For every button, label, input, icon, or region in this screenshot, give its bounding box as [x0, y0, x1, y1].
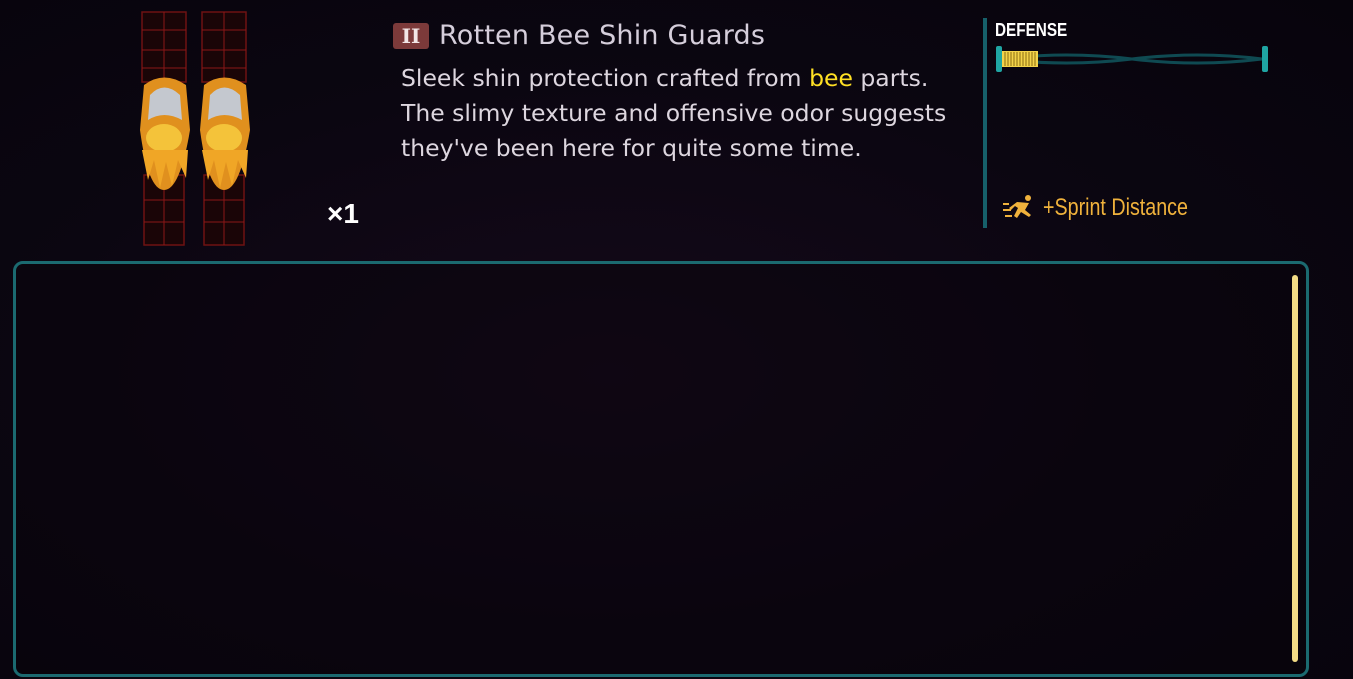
item-quantity: ×1 — [327, 198, 359, 229]
perk-sprint-distance: +Sprint Distance — [1003, 194, 1220, 222]
item-title: Rotten Bee Shin Guards — [439, 20, 766, 51]
defense-label: DEFENSE — [995, 20, 1068, 40]
description-highlight: bee — [809, 64, 853, 92]
panel-scrollbar[interactable] — [1292, 275, 1298, 662]
stats-divider — [983, 18, 987, 228]
tier-badge: II — [393, 22, 429, 49]
item-details-panel — [13, 261, 1309, 677]
description-text-before: Sleek shin protection crafted from — [401, 64, 810, 92]
item-description: Sleek shin protection crafted from bee p… — [401, 61, 976, 166]
sprint-icon — [1003, 194, 1037, 222]
defense-bar — [996, 44, 1268, 74]
perk-label: +Sprint Distance — [1043, 194, 1188, 221]
shin-guards-icon — [130, 10, 265, 250]
item-header: II Rotten Bee Shin Guards — [393, 20, 765, 51]
